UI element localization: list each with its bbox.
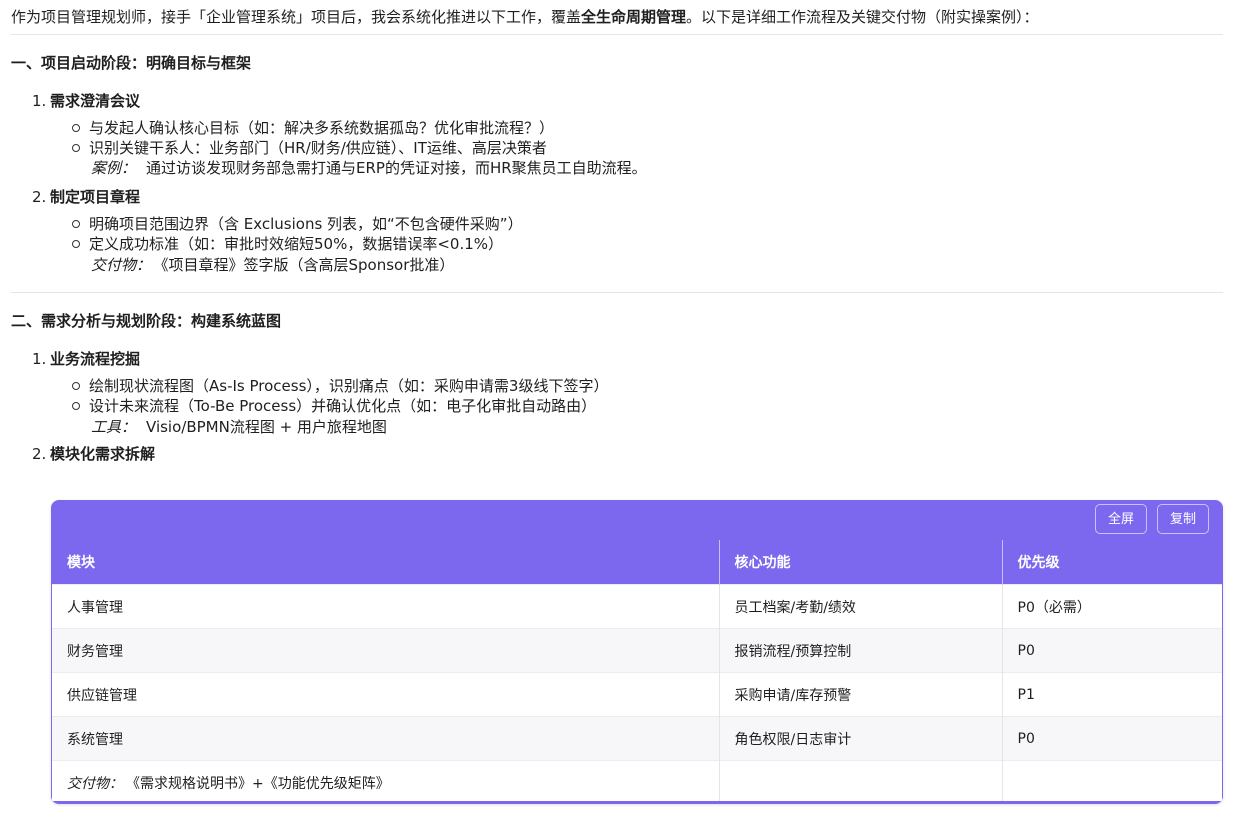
list-number: 2. bbox=[32, 188, 47, 206]
fullscreen-button[interactable]: 全屏 bbox=[1095, 504, 1148, 534]
circle-bullet-icon bbox=[72, 382, 80, 390]
list-number: 2. bbox=[32, 445, 47, 463]
table-cell: P0（必需） bbox=[1002, 584, 1222, 629]
note-line: 案例： 通过访谈发现财务部急需打通与ERP的凭证对接，而HR聚焦员工自助流程。 bbox=[91, 158, 647, 178]
list-item-heading: 1. 需求澄清会议 bbox=[32, 90, 140, 112]
table-card: 全屏 复制 模块 核心功能 优先级 人事管理 员工档案/考勤/绩效 P0（必需）… bbox=[51, 500, 1223, 804]
table-cell: 角色权限/日志审计 bbox=[719, 716, 1003, 761]
column-header-function: 核心功能 bbox=[719, 540, 1003, 585]
table-cell: 供应链管理 bbox=[52, 672, 720, 717]
deliverable-text: 《需求规格说明书》+《功能优先级矩阵》 bbox=[133, 775, 390, 792]
list-number: 1. bbox=[32, 350, 47, 368]
intro-text-end: 。以下是详细工作流程及关键交付物（附实操案例）： bbox=[686, 8, 1039, 26]
table-row: 供应链管理 采购申请/库存预警 P1 bbox=[52, 672, 1222, 717]
table-header-row: 模块 核心功能 优先级 bbox=[52, 540, 1222, 585]
bullet-item: 识别关键干系人：业务部门（HR/财务/供应链）、IT运维、高层决策者 bbox=[72, 138, 547, 158]
table-cell: P0 bbox=[1002, 716, 1222, 761]
table-cell: 员工档案/考勤/绩效 bbox=[719, 584, 1003, 629]
bullet-item: 绘制现状流程图（As-Is Process），识别痛点（如：采购申请需3级线下签… bbox=[72, 376, 608, 396]
column-header-priority: 优先级 bbox=[1002, 540, 1222, 585]
note-text: Visio/BPMN流程图 + 用户旅程地图 bbox=[146, 418, 387, 436]
list-item-title: 制定项目章程 bbox=[50, 188, 141, 206]
bullet-text: 绘制现状流程图（As-Is Process），识别痛点（如：采购申请需3级线下签… bbox=[89, 377, 609, 395]
intro-paragraph: 作为项目管理规划师，接手「企业管理系统」项目后，我会系统化推进以下工作，覆盖全生… bbox=[11, 6, 1223, 28]
table-row: 系统管理 角色权限/日志审计 P0 bbox=[52, 716, 1222, 761]
note-text: 《项目章程》签字版（含高层Sponsor批准） bbox=[161, 256, 455, 274]
table-cell: 人事管理 bbox=[52, 584, 720, 629]
bullet-item: 定义成功标准（如：审批时效缩短50%，数据错误率<0.1%） bbox=[72, 234, 503, 254]
table-cell: P0 bbox=[1002, 628, 1222, 673]
bullet-text: 明确项目范围边界（含 Exclusions 列表，如“不包含硬件采购”） bbox=[89, 215, 523, 233]
list-item-title: 业务流程挖掘 bbox=[50, 350, 141, 368]
table-cell: 采购申请/库存预警 bbox=[719, 672, 1003, 717]
table-cell: 系统管理 bbox=[52, 716, 720, 761]
deliverable-label: 交付物： bbox=[67, 775, 123, 792]
table-cell: 交付物： 《需求规格说明书》+《功能优先级矩阵》 bbox=[52, 760, 720, 804]
bullet-item: 明确项目范围边界（含 Exclusions 列表，如“不包含硬件采购”） bbox=[72, 214, 523, 234]
table-row: 交付物： 《需求规格说明书》+《功能优先级矩阵》 bbox=[52, 760, 1222, 804]
divider bbox=[11, 34, 1223, 35]
circle-bullet-icon bbox=[72, 124, 80, 132]
note-text: 通过访谈发现财务部急需打通与ERP的凭证对接，而HR聚焦员工自助流程。 bbox=[146, 159, 647, 177]
bullet-text: 设计未来流程（To-Be Process）并确认优化点（如：电子化审批自动路由） bbox=[89, 397, 597, 415]
bullet-text: 定义成功标准（如：审批时效缩短50%，数据错误率<0.1%） bbox=[89, 235, 504, 253]
circle-bullet-icon bbox=[72, 220, 80, 228]
table-row: 财务管理 报销流程/预算控制 P0 bbox=[52, 628, 1222, 673]
bullet-text: 识别关键干系人：业务部门（HR/财务/供应链）、IT运维、高层决策者 bbox=[89, 139, 547, 157]
requirements-table: 模块 核心功能 优先级 人事管理 员工档案/考勤/绩效 P0（必需） 财务管理 … bbox=[52, 540, 1222, 804]
list-item-title: 模块化需求拆解 bbox=[50, 445, 156, 463]
table-toolbar: 全屏 复制 bbox=[51, 500, 1223, 540]
list-item-heading: 2. 模块化需求拆解 bbox=[32, 443, 155, 465]
copy-button[interactable]: 复制 bbox=[1157, 504, 1210, 534]
bullet-item: 设计未来流程（To-Be Process）并确认优化点（如：电子化审批自动路由） bbox=[72, 396, 596, 416]
circle-bullet-icon bbox=[72, 402, 80, 410]
circle-bullet-icon bbox=[72, 240, 80, 248]
divider bbox=[11, 292, 1223, 293]
section-heading: 二、需求分析与规划阶段：构建系统蓝图 bbox=[11, 312, 282, 330]
note-label: 案例： bbox=[91, 159, 137, 177]
circle-bullet-icon bbox=[72, 144, 80, 152]
table-cell bbox=[719, 760, 1003, 804]
table-cell: P1 bbox=[1002, 672, 1222, 717]
table-cell: 报销流程/预算控制 bbox=[719, 628, 1003, 673]
bullet-item: 与发起人确认核心目标（如：解决多系统数据孤岛？优化审批流程？） bbox=[72, 118, 554, 138]
column-header-module: 模块 bbox=[52, 540, 720, 585]
list-item-title: 需求澄清会议 bbox=[50, 92, 141, 110]
bullet-text: 与发起人确认核心目标（如：解决多系统数据孤岛？优化审批流程？） bbox=[89, 119, 555, 137]
table-row: 人事管理 员工档案/考勤/绩效 P0（必需） bbox=[52, 584, 1222, 629]
list-item-heading: 1. 业务流程挖掘 bbox=[32, 348, 140, 370]
table-cell: 财务管理 bbox=[52, 628, 720, 673]
intro-bold: 全生命周期管理 bbox=[581, 8, 687, 26]
section-heading: 一、项目启动阶段：明确目标与框架 bbox=[11, 54, 252, 72]
intro-text: 作为项目管理规划师，接手「企业管理系统」项目后，我会系统化推进以下工作，覆盖 bbox=[11, 8, 582, 26]
table-bottom-border bbox=[51, 801, 1223, 804]
note-line: 交付物： 《项目章程》签字版（含高层Sponsor批准） bbox=[91, 255, 454, 275]
list-item-heading: 2. 制定项目章程 bbox=[32, 186, 140, 208]
table-cell bbox=[1002, 760, 1222, 804]
note-label: 工具： bbox=[91, 418, 137, 436]
note-label: 交付物： bbox=[91, 256, 152, 274]
note-line: 工具： Visio/BPMN流程图 + 用户旅程地图 bbox=[91, 417, 387, 437]
list-number: 1. bbox=[32, 92, 47, 110]
